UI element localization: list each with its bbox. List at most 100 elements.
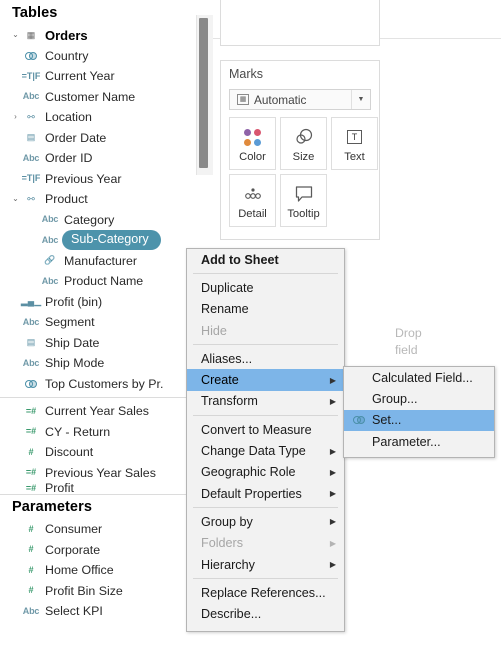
number-calc-icon: =# [25, 405, 37, 416]
parameter-row-home-office[interactable]: # Home Office [0, 560, 196, 581]
field-row-order-id[interactable]: Abc Order ID [0, 148, 196, 169]
menu-item-hierarchy[interactable]: Hierarchy ▶ [187, 554, 344, 575]
menu-item-transform[interactable]: Transform ▶ [187, 391, 344, 412]
measure-row-discount[interactable]: # Discount [0, 442, 196, 463]
measure-row-current-year-sales[interactable]: =# Current Year Sales [0, 401, 196, 422]
submenu-item-group[interactable]: Group... [344, 388, 494, 409]
field-label: Category [64, 212, 115, 227]
field-label: Ship Date [45, 335, 100, 350]
number-calc-icon: =# [25, 426, 37, 437]
measure-label: Current Year Sales [45, 404, 150, 419]
measure-row-profit[interactable]: =# Profit [0, 483, 196, 493]
field-row-country[interactable]: Country [0, 46, 196, 67]
color-dots-icon [244, 124, 261, 150]
chevron-right-icon[interactable]: › [10, 113, 21, 121]
field-label: Customer Name [45, 89, 136, 104]
field-label: Manufacturer [64, 253, 138, 268]
chevron-down-icon[interactable]: ▼ [351, 90, 370, 109]
abc-icon: Abc [22, 91, 40, 102]
filters-card[interactable] [220, 0, 380, 46]
parameter-row-select-kpi[interactable]: Abc Select KPI [0, 601, 196, 622]
menu-separator [193, 415, 338, 417]
detail-shelf-button[interactable]: Detail [229, 174, 276, 227]
tooltip-shelf-button[interactable]: Tooltip [280, 174, 327, 227]
menu-item-add-to-sheet[interactable]: Add to Sheet [187, 249, 344, 270]
menu-item-duplicate[interactable]: Duplicate [187, 277, 344, 298]
menu-item-geographic-role[interactable]: Geographic Role ▶ [187, 462, 344, 483]
menu-item-convert-to-measure[interactable]: Convert to Measure [187, 419, 344, 440]
text-box-icon: T [347, 124, 362, 150]
submenu-item-parameter[interactable]: Parameter... [344, 431, 494, 452]
abc-icon: Abc [22, 605, 40, 616]
field-row-product[interactable]: ⌄ ⚯ Product [0, 189, 196, 210]
calendar-icon: ▤ [26, 337, 36, 348]
detail-shelf-label: Detail [238, 208, 267, 220]
submenu-arrow-icon: ▶ [329, 375, 336, 385]
menu-item-replace-references[interactable]: Replace References... [187, 582, 344, 603]
parameter-row-profit-bin-size[interactable]: # Profit Bin Size [0, 581, 196, 602]
tooltip-bubble-icon [294, 181, 314, 207]
field-label: Ship Mode [45, 356, 105, 371]
field-row-customer-name[interactable]: Abc Customer Name [0, 87, 196, 108]
link-icon: 🔗 [44, 255, 56, 266]
field-row-manufacturer[interactable]: 🔗 Manufacturer [0, 251, 196, 272]
mark-type-dropdown[interactable]: ▦ Automatic ▼ [229, 89, 371, 110]
menu-item-aliases[interactable]: Aliases... [187, 348, 344, 369]
size-shelf-button[interactable]: Size [280, 117, 327, 170]
menu-separator [193, 344, 338, 346]
menu-item-hierarchy-label: Hierarchy [201, 557, 255, 572]
field-label: Location [45, 110, 92, 125]
measure-label: Discount [45, 445, 94, 460]
field-row-segment[interactable]: Abc Segment [0, 312, 196, 333]
field-row-current-year[interactable]: =T|F Current Year [0, 66, 196, 87]
bin-icon: ▂▄▁ [20, 296, 42, 307]
field-row-location[interactable]: › ⚯ Location [0, 107, 196, 128]
create-submenu: Calculated Field... Group... Set... Para… [343, 366, 495, 458]
parameter-label: Profit Bin Size [45, 583, 123, 598]
chevron-down-icon[interactable]: ⌄ [10, 195, 21, 203]
field-row-product-name[interactable]: Abc Product Name [0, 271, 196, 292]
field-row-sub-category[interactable]: Abc Sub-Category [0, 230, 196, 251]
marks-card: Marks ▦ Automatic ▼ Color Size T Text De… [220, 60, 380, 240]
selected-field-label[interactable]: Sub-Category [62, 230, 161, 251]
menu-item-rename[interactable]: Rename [187, 299, 344, 320]
field-row-ship-mode[interactable]: Abc Ship Mode [0, 353, 196, 374]
menu-item-folders-label: Folders [201, 536, 243, 551]
submenu-item-label: Calculated Field... [372, 370, 473, 385]
field-row-top-customers-set[interactable]: Top Customers by Pr. [0, 374, 196, 395]
chevron-down-icon[interactable]: ⌄ [10, 31, 21, 39]
field-row-ship-date[interactable]: ▤ Ship Date [0, 333, 196, 354]
table-row-orders[interactable]: ⌄ ▦ Orders [0, 25, 196, 46]
set-venn-icon [348, 415, 370, 425]
menu-item-default-properties[interactable]: Default Properties ▶ [187, 483, 344, 504]
menu-item-create[interactable]: Create ▶ [187, 369, 344, 391]
field-label: Current Year [45, 69, 115, 84]
menu-item-change-data-type[interactable]: Change Data Type ▶ [187, 440, 344, 461]
submenu-item-calculated-field[interactable]: Calculated Field... [344, 367, 494, 388]
submenu-item-set[interactable]: Set... [344, 409, 494, 431]
color-shelf-button[interactable]: Color [229, 117, 276, 170]
text-shelf-button[interactable]: T Text [331, 117, 378, 170]
menu-item-group-by[interactable]: Group by ▶ [187, 511, 344, 532]
drop-field-placeholder[interactable]: Drop field [395, 325, 429, 359]
field-row-previous-year[interactable]: =T|F Previous Year [0, 169, 196, 190]
menu-separator [193, 273, 338, 275]
submenu-arrow-icon: ▶ [329, 396, 336, 406]
menu-item-describe[interactable]: Describe... [187, 603, 344, 624]
field-label: Product Name [64, 274, 144, 289]
number-calc-icon: =# [25, 467, 37, 478]
field-row-profit-bin[interactable]: ▂▄▁ Profit (bin) [0, 292, 196, 313]
field-row-category[interactable]: Abc Category [0, 210, 196, 231]
text-shelf-label: Text [344, 151, 365, 163]
menu-item-change-data-type-label: Change Data Type [201, 444, 306, 459]
field-label: Profit (bin) [45, 294, 103, 309]
parameter-row-consumer[interactable]: # Consumer [0, 519, 196, 540]
measure-row-previous-year-sales[interactable]: =# Previous Year Sales [0, 463, 196, 484]
measure-row-cy-return[interactable]: =# CY - Return [0, 422, 196, 443]
field-row-order-date[interactable]: ▤ Order Date [0, 128, 196, 149]
parameter-row-corporate[interactable]: # Corporate [0, 540, 196, 561]
data-pane-scrollbar-thumb[interactable] [199, 18, 208, 168]
field-label: Order ID [45, 151, 93, 166]
submenu-item-label: Set... [372, 413, 402, 428]
calendar-icon: ▤ [26, 132, 36, 143]
